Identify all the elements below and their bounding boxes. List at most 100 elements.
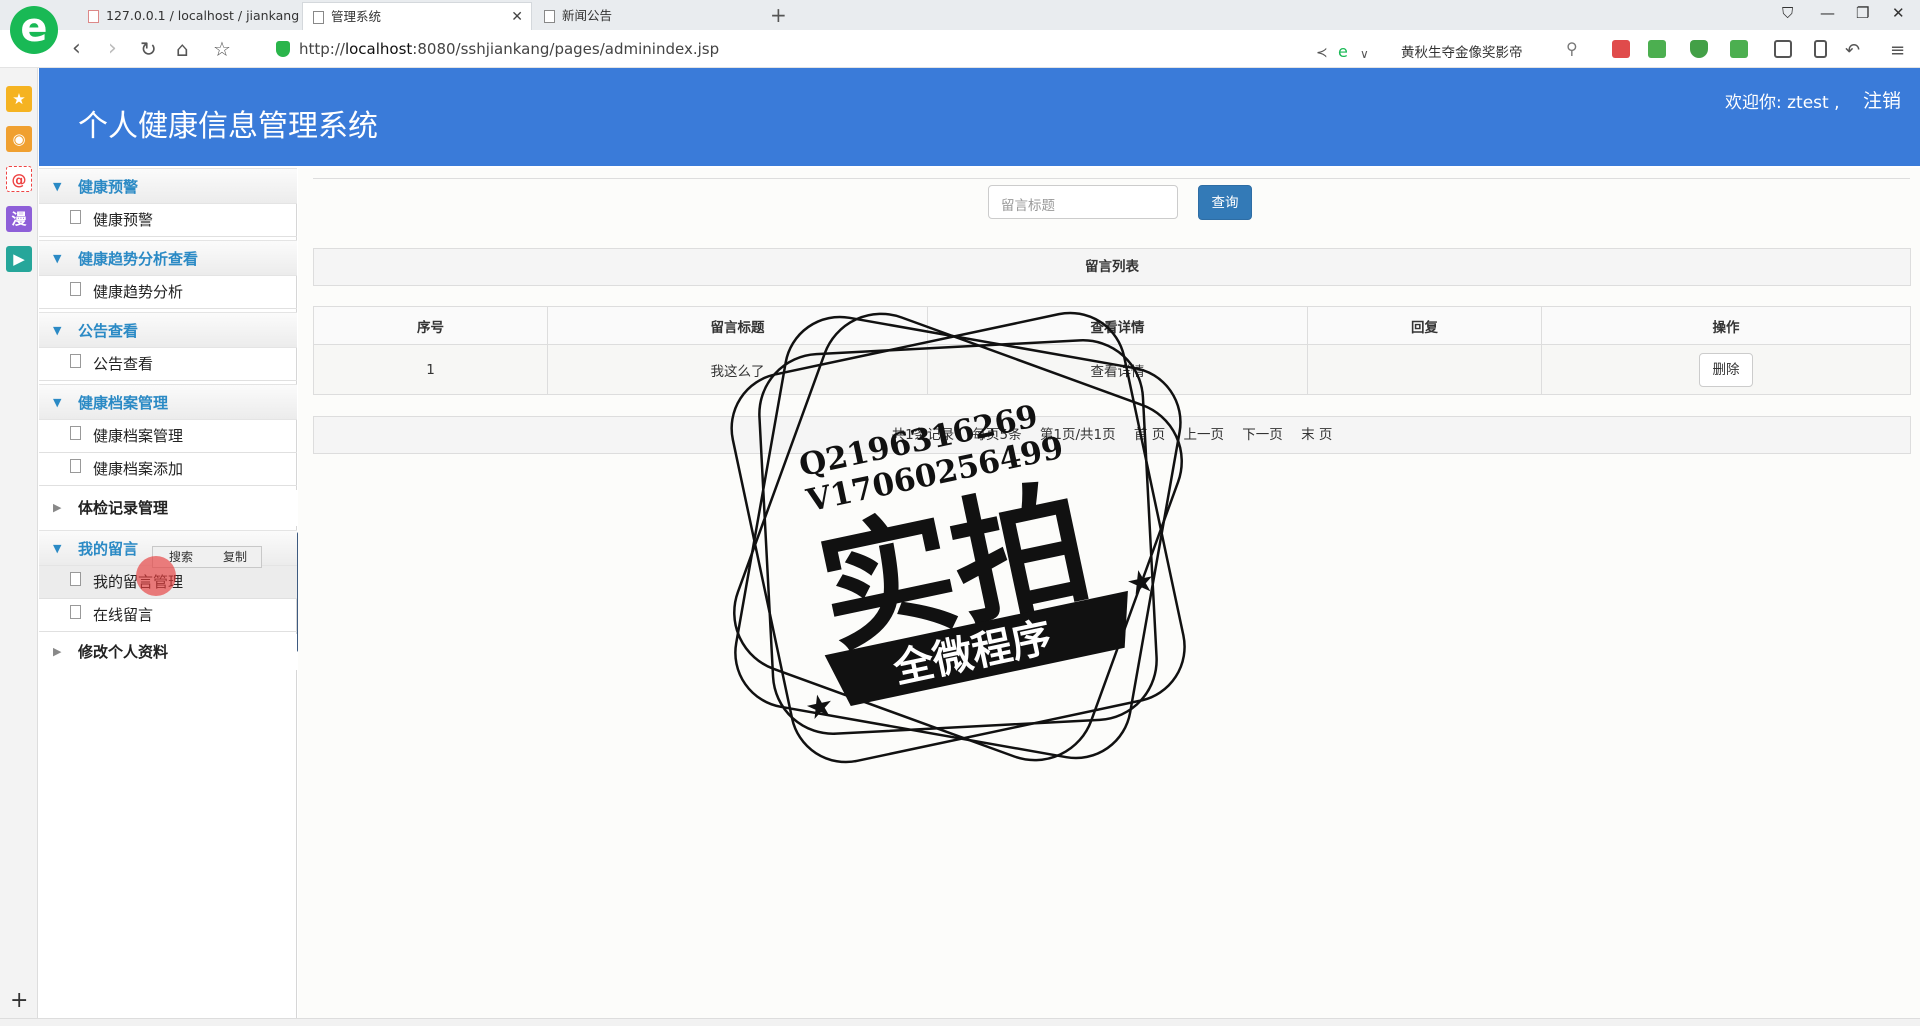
watermark-stamp: Q2196316269 V17060256499 实拍 全微程序 ★ ★ xyxy=(730,311,1186,764)
menu-item-label: 健康趋势分析 xyxy=(93,283,184,301)
new-tab-icon[interactable]: + xyxy=(770,3,787,27)
menu-item-label: 在线留言 xyxy=(93,606,154,624)
menu-group-label: 健康预警 xyxy=(78,178,139,196)
click-indicator xyxy=(136,556,176,596)
menu-group-checkup[interactable]: ▶ 体检记录管理 xyxy=(39,490,297,526)
game-icon[interactable] xyxy=(1730,40,1748,58)
url-prefix: http:// xyxy=(299,40,345,58)
panel-title: 留言列表 xyxy=(313,248,1911,286)
pager-next[interactable]: 下一页 xyxy=(1242,427,1283,443)
document-icon xyxy=(70,354,81,368)
favorites-icon[interactable]: ★ xyxy=(6,86,32,112)
page-icon xyxy=(313,11,324,24)
engine-icon[interactable]: e xyxy=(1338,40,1348,64)
menu-group-label: 修改个人资料 xyxy=(78,643,169,661)
tablet-icon[interactable] xyxy=(1814,40,1827,58)
translate-icon[interactable] xyxy=(1648,40,1666,58)
popup-copy-button[interactable]: 复制 xyxy=(223,547,247,567)
menu-item-online-message[interactable]: 在线留言 xyxy=(39,599,297,632)
undo-icon[interactable]: ↶ xyxy=(1845,39,1860,63)
document-icon xyxy=(70,605,81,619)
browser-tab-admin[interactable]: 管理系统 ✕ xyxy=(302,2,532,30)
caret-down-icon: ▼ xyxy=(53,324,62,337)
col-action-header: 操作 xyxy=(1541,306,1911,345)
skin-icon[interactable]: ⛉ xyxy=(1782,4,1793,22)
reload-icon[interactable]: ↻ xyxy=(140,37,157,61)
close-window-icon[interactable]: ✕ xyxy=(1892,4,1905,22)
col-reply-header: 回复 xyxy=(1307,306,1542,345)
address-bar[interactable]: http://localhost:8080/sshjiankang/pages/… xyxy=(299,40,719,58)
menu-group-profile[interactable]: ▶ 修改个人资料 xyxy=(39,634,297,670)
status-bar xyxy=(0,1018,1920,1026)
comic-icon[interactable]: 漫 xyxy=(6,206,32,232)
star-icon[interactable]: ☆ xyxy=(213,37,231,61)
menu-group-label: 我的留言 xyxy=(78,540,139,558)
forward-icon[interactable]: › xyxy=(108,37,117,61)
restore-icon[interactable]: ❐ xyxy=(1856,4,1869,22)
screenshot-icon[interactable] xyxy=(1612,40,1630,58)
apps-icon[interactable] xyxy=(1774,40,1792,58)
browser-search-box[interactable]: 黄秋生夺金像奖影帝 xyxy=(1401,41,1523,61)
cell-action: 删除 xyxy=(1541,344,1911,395)
mail-icon[interactable]: @ xyxy=(6,166,32,192)
delete-button[interactable]: 删除 xyxy=(1699,352,1753,387)
menu-group-trend[interactable]: ▼ 健康趋势分析查看 xyxy=(39,240,297,276)
menu-group-label: 健康档案管理 xyxy=(78,394,169,412)
browser-sidebar: ★ ◉ @ 漫 ▶ + xyxy=(0,68,38,1018)
app-title: 个人健康信息管理系统 xyxy=(78,109,378,144)
menu-item-trend-analysis[interactable]: 健康趋势分析 xyxy=(39,276,297,309)
menu-icon[interactable]: ≡ xyxy=(1890,39,1905,63)
caret-right-icon: ▶ xyxy=(53,645,62,658)
minimize-icon[interactable]: — xyxy=(1820,4,1835,22)
browser-tab-phpmyadmin[interactable]: 127.0.0.1 / localhost / jiankang xyxy=(78,2,310,30)
logout-link[interactable]: 注销 xyxy=(1863,86,1901,113)
document-icon xyxy=(70,282,81,296)
share-icon[interactable]: ≺ xyxy=(1316,41,1328,65)
menu-item-label: 健康预警 xyxy=(93,211,154,229)
back-icon[interactable]: ‹ xyxy=(72,37,81,61)
menu-item-records-manage[interactable]: 健康档案管理 xyxy=(39,420,297,453)
adblock-icon[interactable] xyxy=(1690,40,1708,58)
document-icon xyxy=(70,459,81,473)
menu-item-records-add[interactable]: 健康档案添加 xyxy=(39,453,297,486)
add-icon[interactable]: + xyxy=(10,988,28,1013)
menu-item-label: 健康档案管理 xyxy=(93,427,184,445)
browser-navbar: ‹ › ↻ ⌂ ☆ http://localhost:8080/sshjiank… xyxy=(0,30,1920,68)
divider xyxy=(313,178,1910,179)
app-header: 个人健康信息管理系统 欢迎你: ztest , 注销 xyxy=(39,68,1920,166)
search-icon[interactable]: ⚲ xyxy=(1566,39,1578,58)
home-icon[interactable]: ⌂ xyxy=(176,37,189,61)
menu-group-label: 公告查看 xyxy=(78,322,139,340)
caret-right-icon: ▶ xyxy=(53,501,62,514)
message-title-search-input[interactable]: 留言标题 xyxy=(988,185,1178,219)
url-path: :8080/sshjiankang/pages/adminindex.jsp xyxy=(412,40,720,58)
document-icon xyxy=(70,210,81,224)
menu-item-health-warning[interactable]: 健康预警 xyxy=(39,204,297,237)
chevron-down-icon[interactable]: ∨ xyxy=(1360,42,1369,66)
cell-index: 1 xyxy=(313,344,548,395)
tab-label: 新闻公告 xyxy=(562,8,613,23)
browser-logo-icon[interactable]: e xyxy=(10,6,58,54)
col-index-header: 序号 xyxy=(313,306,548,345)
menu-group-records[interactable]: ▼ 健康档案管理 xyxy=(39,384,297,420)
tab-label: 管理系统 xyxy=(331,9,382,24)
menu-group-health-warning[interactable]: ▼ 健康预警 xyxy=(39,168,297,204)
video-icon[interactable]: ▶ xyxy=(6,246,32,272)
browser-tabbar: 127.0.0.1 / localhost / jiankang 管理系统 ✕ … xyxy=(0,0,1920,30)
phpmyadmin-icon xyxy=(88,10,99,23)
browser-tab-news[interactable]: 新闻公告 xyxy=(534,2,764,30)
menu-group-notice[interactable]: ▼ 公告查看 xyxy=(39,312,297,348)
pager-last[interactable]: 末 页 xyxy=(1301,427,1332,443)
menu-item-notice[interactable]: 公告查看 xyxy=(39,348,297,381)
star-icon: ★ xyxy=(1123,560,1159,603)
welcome-text: 欢迎你: ztest , xyxy=(1725,93,1840,113)
close-tab-icon[interactable]: ✕ xyxy=(511,3,523,30)
caret-down-icon: ▼ xyxy=(53,252,62,265)
query-button[interactable]: 查询 xyxy=(1198,185,1252,220)
side-menu: ▼ 健康预警 健康预警 ▼ 健康趋势分析查看 健康趋势分析 ▼ 公告查看 公告查… xyxy=(39,168,297,1018)
url-host: localhost xyxy=(344,40,413,58)
document-icon xyxy=(70,426,81,440)
caret-down-icon: ▼ xyxy=(53,180,62,193)
document-icon xyxy=(70,572,81,586)
weibo-icon[interactable]: ◉ xyxy=(6,126,32,152)
